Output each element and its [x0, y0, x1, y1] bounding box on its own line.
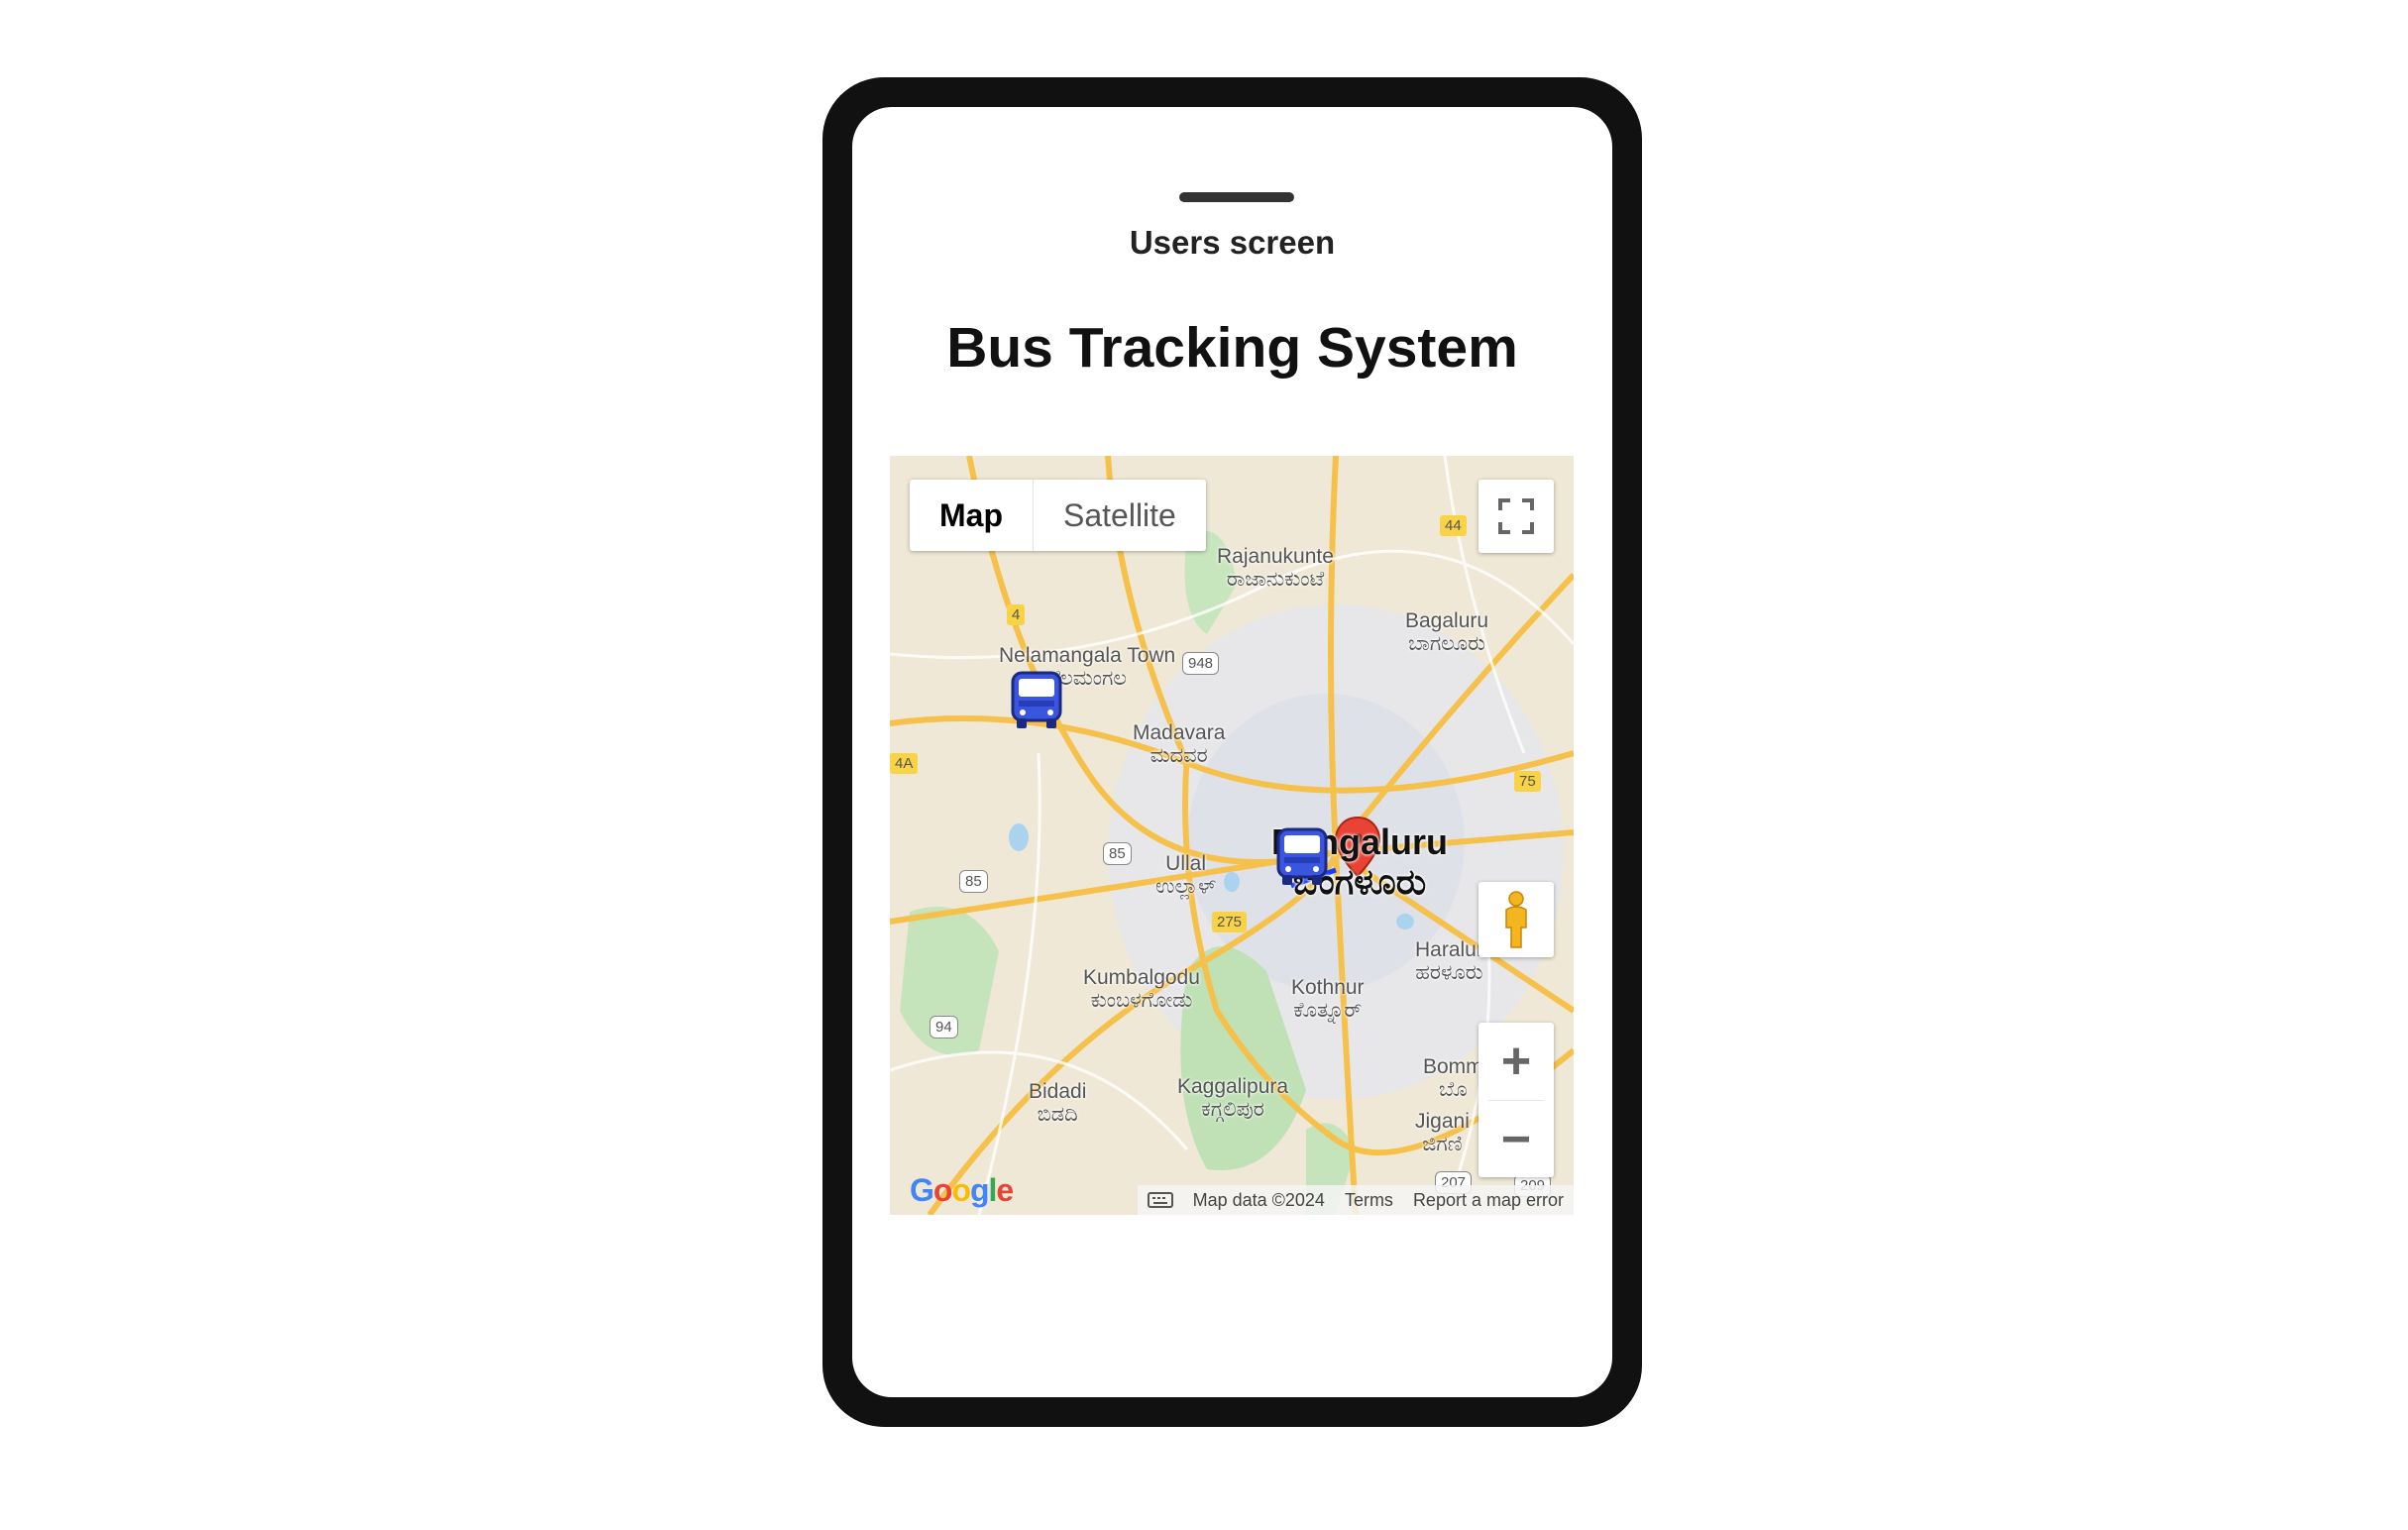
bus-icon[interactable]: [1009, 669, 1064, 735]
place-label: Jigani ಜಿಗಣಿ: [1415, 1110, 1470, 1155]
map-data-text: Map data ©2024: [1192, 1189, 1325, 1210]
keyboard-shortcuts-icon[interactable]: [1147, 1192, 1173, 1208]
map-attribution: Map data ©2024 Terms Report a map error: [1137, 1185, 1574, 1215]
place-label: Kothnur ಕೊತ್ನೂರ್: [1291, 976, 1365, 1022]
highway-shield: 75: [1514, 771, 1541, 792]
map-type-map-button[interactable]: Map: [910, 480, 1034, 551]
highway-shield: 44: [1440, 515, 1467, 536]
place-label: Bagaluru ಬಾಗಲೂರು: [1405, 609, 1489, 655]
street-view-pegman-button[interactable]: [1478, 882, 1554, 957]
place-label: Kaggalipura ಕಗ್ಗಲಿಪುರ: [1177, 1075, 1289, 1121]
highway-shield: 4: [1007, 604, 1026, 625]
place-label: Madavara ಮದವರ: [1133, 721, 1226, 767]
zoom-control: + −: [1478, 1023, 1554, 1177]
highway-shield: 85: [959, 870, 988, 893]
screen-label: Users screen: [1129, 224, 1336, 261]
zoom-out-button[interactable]: −: [1478, 1101, 1554, 1178]
place-label: Haralur ಹರಳೂರು: [1415, 938, 1483, 984]
highway-shield: 85: [1103, 842, 1132, 865]
place-label: Rajanukunte ರಾಜಾನುಕುಂಟೆ: [1217, 545, 1334, 591]
map-view[interactable]: Rajanukunte ರಾಜಾನುಕುಂಟೆ Bagaluru ಬಾಗಲೂರು N…: [890, 456, 1574, 1215]
highway-shield: 275: [1212, 912, 1248, 932]
drag-handle: [1179, 192, 1294, 202]
app-title: Bus Tracking System: [946, 316, 1518, 380]
place-label: Kumbalgodu ಕುಂಬಳಗೋಡು: [1083, 966, 1200, 1012]
phone-screen: Users screen Bus Tracking System Rajanuk…: [852, 107, 1612, 1397]
zoom-in-button[interactable]: +: [1478, 1023, 1554, 1100]
highway-shield: 948: [1182, 652, 1220, 675]
highway-shield: 4A: [890, 753, 919, 774]
pegman-icon: [1505, 891, 1527, 948]
fullscreen-icon: [1498, 498, 1534, 534]
map-type-satellite-button[interactable]: Satellite: [1034, 480, 1206, 551]
place-label: Bomm ಬೊ: [1423, 1055, 1483, 1101]
terms-link[interactable]: Terms: [1345, 1190, 1393, 1211]
report-map-error-link[interactable]: Report a map error: [1413, 1190, 1564, 1211]
map-footer: Google Map data ©2024 Terms Report a map…: [890, 1172, 1574, 1215]
fullscreen-button[interactable]: [1478, 480, 1554, 553]
google-logo[interactable]: Google: [910, 1172, 1014, 1209]
bus-icon[interactable]: [1274, 825, 1330, 892]
place-label: Bidadi ಬಿಡದಿ: [1029, 1080, 1087, 1126]
map-type-control: Map Satellite: [910, 480, 1206, 551]
phone-frame: Users screen Bus Tracking System Rajanuk…: [822, 77, 1642, 1427]
highway-shield: 94: [930, 1016, 958, 1038]
place-label: Ullal ಉಲ್ಲಾಳ್: [1155, 852, 1217, 898]
